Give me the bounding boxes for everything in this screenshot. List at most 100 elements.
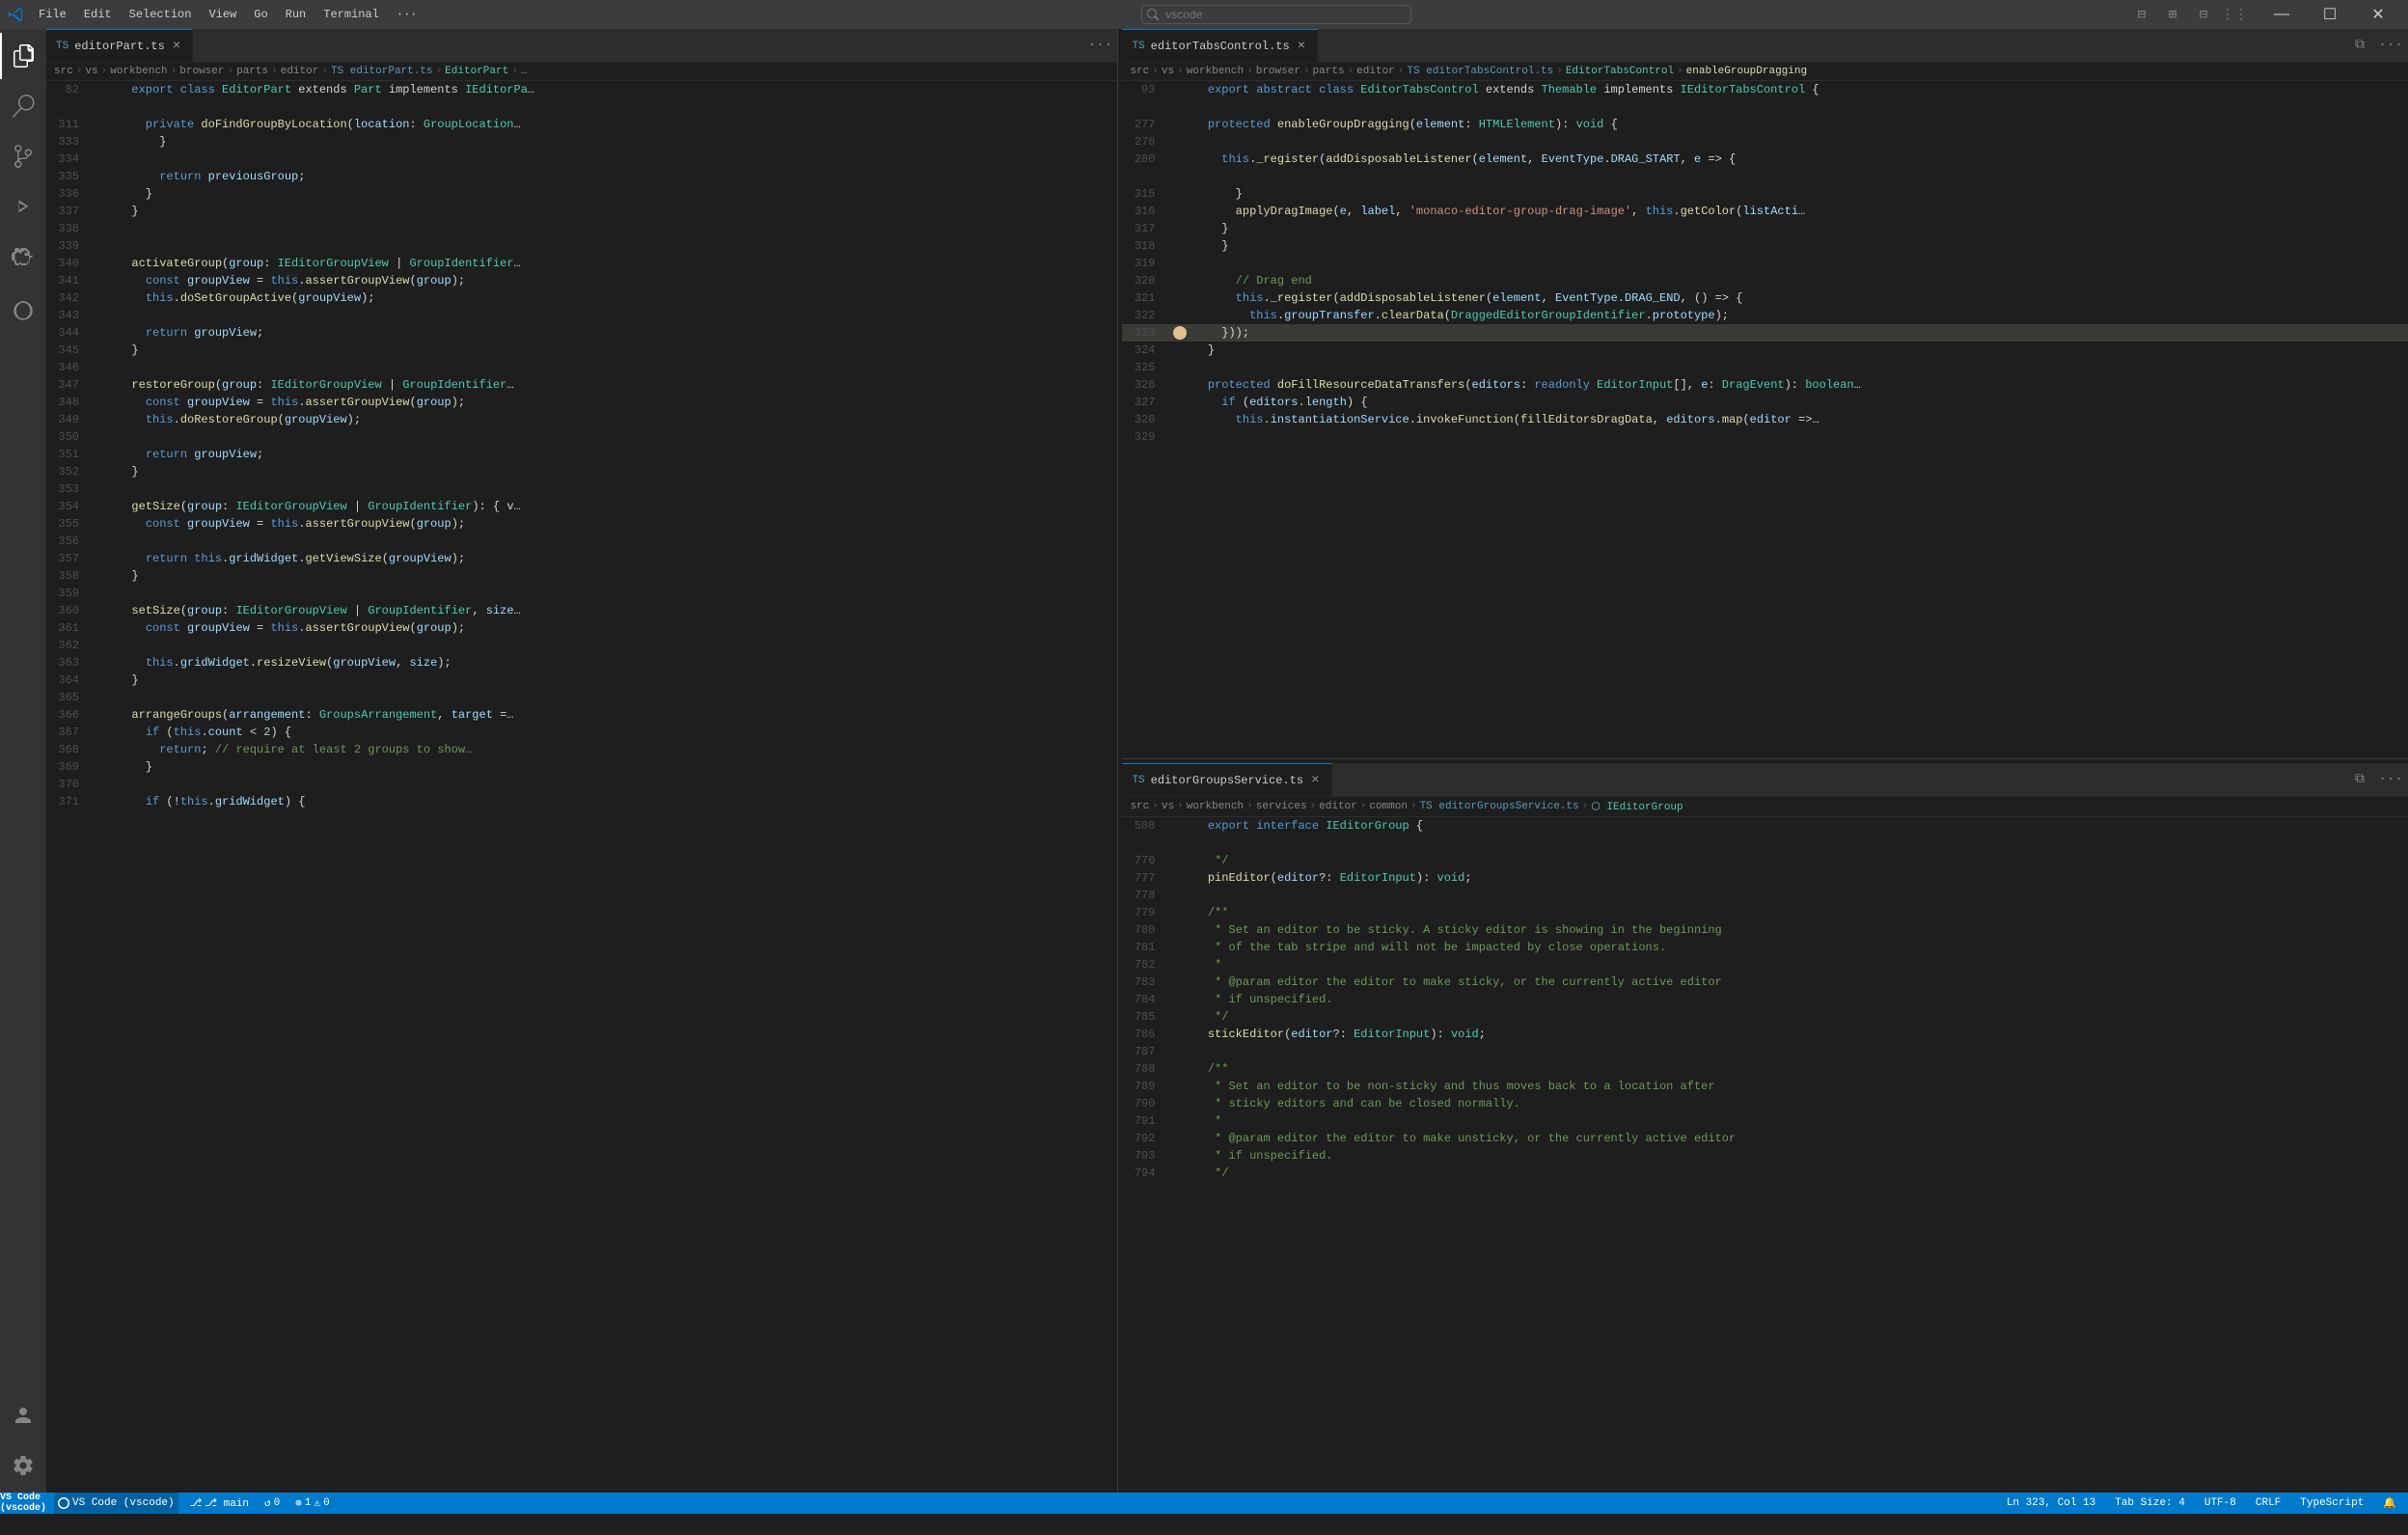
right-top-tab-close[interactable]: × [1296, 39, 1307, 54]
activity-item-run[interactable] [0, 183, 46, 230]
right-top-split-editor[interactable]: ⧉ [2346, 32, 2373, 59]
menu-go[interactable]: Go [246, 6, 275, 23]
table-row: 776 */ [1122, 852, 2408, 869]
right-editor-pane: TS editorTabsControl.ts × ⧉ ··· src [1122, 29, 2408, 1493]
activity-item-search[interactable] [0, 83, 46, 129]
table-row: 790 * sticky editors and can be closed n… [1122, 1095, 2408, 1112]
right-lower-pane: TS editorGroupsService.ts × ⧉ ··· src [1122, 763, 2408, 1493]
status-tab-size[interactable]: Tab Size: 4 [2111, 1493, 2189, 1514]
activity-item-explorer[interactable] [0, 33, 46, 79]
table-row: 787 [1122, 1043, 2408, 1060]
table-row: 311 private doFindGroupByLocation(locati… [46, 116, 1117, 133]
line-ending-label: CRLF [2256, 1497, 2281, 1509]
table-row: 328 this.instantiationService.invokeFunc… [1122, 411, 2408, 428]
activity-item-accounts[interactable] [0, 1392, 46, 1439]
table-row: 357 return this.gridWidget.getViewSize(g… [46, 550, 1117, 567]
table-row: 318 } [1122, 237, 2408, 255]
activity-item-settings[interactable] [0, 1442, 46, 1489]
table-row: 785 */ [1122, 1008, 2408, 1026]
toggle-secondary-sidebar-btn[interactable]: ⊟ [2190, 1, 2217, 28]
bc-browser: browser [179, 66, 224, 77]
right-bottom-code-container[interactable]: 508 export interface IEditorGroup { [1122, 817, 2408, 1493]
status-cursor[interactable]: Ln 323, Col 13 [2003, 1493, 2099, 1514]
menu-file[interactable]: File [31, 6, 74, 23]
tab-size-label: Tab Size: 4 [2115, 1497, 2185, 1509]
activity-item-source-control[interactable] [0, 133, 46, 179]
bc-editor: editor [1319, 801, 1357, 812]
table-row: 777 pinEditor(editor?: EditorInput): voi… [1122, 869, 2408, 887]
status-branch[interactable]: ⎇ ⎇ main [186, 1493, 253, 1514]
right-top-code-container[interactable]: 93 export abstract class EditorTabsContr… [1122, 81, 2408, 758]
table-row: 350 [46, 428, 1117, 446]
tab-more-actions[interactable]: ··· [1086, 32, 1113, 59]
status-sync[interactable]: ↺ 0 [260, 1493, 284, 1514]
activity-item-extensions[interactable] [0, 233, 46, 280]
status-left: VS Code (vscode) ⎇ ⎇ main ↺ 0 ⊗ 1 ⚠ 0 [54, 1493, 334, 1514]
bc-src: src [54, 66, 73, 77]
right-bottom-tab-close[interactable]: × [1309, 773, 1321, 788]
bc-file-rt: TS editorTabsControl.ts [1407, 66, 1553, 77]
left-tab-bar: TS editorPart.ts × ··· [46, 29, 1117, 63]
status-language[interactable]: TypeScript [2296, 1493, 2367, 1514]
activity-item-remote-indicator[interactable]: VS Code (vscode) [0, 1493, 52, 1514]
maximize-button[interactable]: ☐ [2308, 0, 2352, 29]
table-row: 348 const groupView = this.assertGroupVi… [46, 394, 1117, 411]
table-row: 320 // Drag end [1122, 272, 2408, 289]
bc-ellipsis: … [521, 66, 528, 77]
bc-editor: editor [1356, 66, 1395, 77]
table-row: 794 */ [1122, 1165, 2408, 1182]
menu-terminal[interactable]: Terminal [315, 6, 387, 23]
status-line-ending[interactable]: CRLF [2252, 1493, 2285, 1514]
toggle-primary-sidebar-btn[interactable]: ⊟ [2128, 1, 2155, 28]
left-tab-editorPart[interactable]: TS editorPart.ts × [46, 29, 193, 63]
menu-edit[interactable]: Edit [76, 6, 120, 23]
bell-icon: 🔔 [2383, 1496, 2396, 1510]
status-remote[interactable]: VS Code (vscode) [54, 1493, 178, 1514]
table-row: 371 if (!this.gridWidget) { [46, 793, 1117, 810]
table-row: 784 * if unspecified. [1122, 991, 2408, 1008]
table-row: 321 this._register(addDisposableListener… [1122, 289, 2408, 307]
bc-workbench: workbench [1187, 66, 1244, 77]
left-breadcrumb: src › vs › workbench › browser › parts ›… [46, 63, 1117, 81]
table-row: 317 } [1122, 220, 2408, 237]
bc-editor: editor [281, 66, 319, 77]
menu-selection[interactable]: Selection [122, 6, 200, 23]
toggle-panel-btn[interactable]: ⊞ [2159, 1, 2186, 28]
right-bottom-split-editor[interactable]: ⧉ [2346, 766, 2373, 793]
error-icon: ⊗ [295, 1496, 302, 1510]
menu-view[interactable]: View [201, 6, 244, 23]
table-row: 345 } [46, 342, 1117, 359]
table-row: 778 [1122, 887, 2408, 904]
warning-icon: ⚠ [314, 1496, 320, 1510]
table-row: 361 const groupView = this.assertGroupVi… [46, 619, 1117, 637]
branch-icon: ⎇ [190, 1496, 203, 1510]
right-top-breadcrumb: src › vs › workbench › browser › parts ›… [1122, 63, 2408, 81]
table-row: 359 [46, 585, 1117, 602]
table-row: 788 /** [1122, 1060, 2408, 1078]
customize-layout-btn[interactable]: ⋮⋮ [2221, 1, 2248, 28]
left-code-container[interactable]: 82 export class EditorPart extends Part … [46, 81, 1117, 1493]
tab-close-icon[interactable]: × [171, 39, 182, 54]
right-top-tab-editorTabsControl[interactable]: TS editorTabsControl.ts × [1122, 29, 1318, 63]
right-bottom-tab-editorGroupsService[interactable]: TS editorGroupsService.ts × [1122, 763, 1331, 797]
table-row [1122, 835, 2408, 852]
right-bottom-more-actions[interactable]: ··· [2377, 766, 2404, 793]
search-input[interactable] [1141, 5, 1411, 24]
table-row: 342 this.doSetGroupActive(groupView); [46, 289, 1117, 307]
right-top-more-actions[interactable]: ··· [2377, 32, 2404, 59]
activity-item-remote[interactable] [0, 288, 46, 334]
menu-more[interactable]: ··· [389, 6, 425, 23]
status-encoding[interactable]: UTF-8 [2201, 1493, 2240, 1514]
status-errors[interactable]: ⊗ 1 ⚠ 0 [291, 1493, 333, 1514]
table-row: 335 return previousGroup; [46, 168, 1117, 185]
table-row: 780 * Set an editor to be sticky. A stic… [1122, 921, 2408, 939]
table-row: 349 this.doRestoreGroup(groupView); [46, 411, 1117, 428]
status-notifications[interactable]: 🔔 [2379, 1493, 2400, 1514]
table-row: 333 } [46, 133, 1117, 151]
close-button[interactable]: ✕ [2356, 0, 2400, 29]
right-top-tab-bar: TS editorTabsControl.ts × ⧉ ··· [1122, 29, 2408, 63]
menu-run[interactable]: Run [278, 6, 315, 23]
minimize-button[interactable]: — [2259, 0, 2304, 29]
table-row: 341 const groupView = this.assertGroupVi… [46, 272, 1117, 289]
table-row: 356 [46, 533, 1117, 550]
